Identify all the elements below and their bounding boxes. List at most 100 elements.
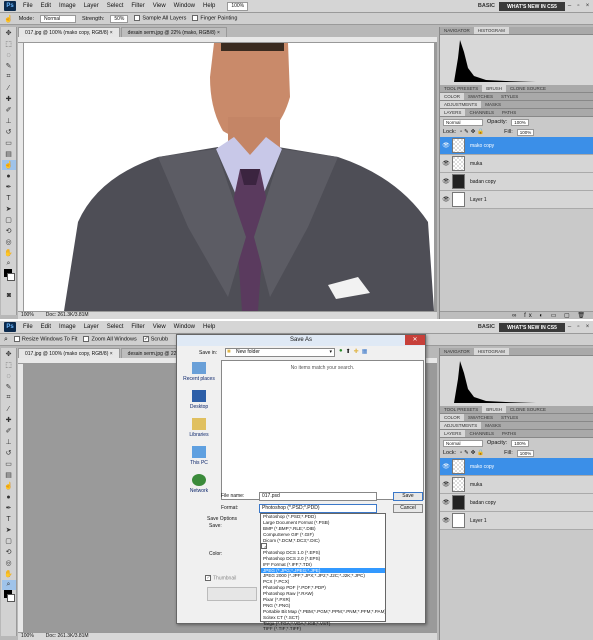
menu-window[interactable]: Window — [170, 0, 199, 13]
eraser-tool-icon[interactable]: ▭ — [2, 459, 16, 469]
history-brush-tool-icon[interactable]: ↺ — [2, 448, 16, 458]
tab-color[interactable]: COLOR — [440, 93, 465, 100]
format-option[interactable]: Dicom (*.DCM;*.DC3;*.DIC) — [261, 538, 385, 544]
blend-mode-select[interactable]: Normal — [443, 439, 483, 447]
3d-rotate-tool-icon[interactable]: ⟲ — [2, 226, 16, 236]
lock-icons[interactable]: ▫✎✥🔒 — [460, 450, 486, 456]
menu-help[interactable]: Help — [199, 0, 219, 13]
menu-select[interactable]: Select — [103, 321, 128, 334]
tab-017-jpg[interactable]: 017.jpg @ 100% (mako copy, RGB/8) × — [18, 27, 120, 37]
tab-histogram[interactable]: HISTOGRAM — [473, 27, 509, 34]
menu-view[interactable]: View — [149, 321, 170, 334]
tab-clone-source[interactable]: CLONE SOURCE — [506, 406, 550, 413]
menu-image[interactable]: Image — [55, 321, 80, 334]
hand-tool-icon[interactable]: ✋ — [2, 248, 16, 258]
tab-navigator[interactable]: NAVIGATOR — [440, 27, 474, 34]
layer-row[interactable]: 👁 muka — [440, 476, 593, 494]
tab-adjustments[interactable]: ADJUSTMENTS — [440, 422, 482, 429]
opacity-field[interactable]: 100% — [511, 439, 529, 447]
path-select-tool-icon[interactable]: ➤ — [2, 525, 16, 535]
fill-field[interactable]: 100% — [516, 449, 535, 457]
3d-rotate-tool-icon[interactable]: ⟲ — [2, 547, 16, 557]
status-zoom[interactable]: 100% — [21, 633, 34, 640]
up-folder-icon[interactable]: ⬆ — [346, 348, 351, 355]
place-network[interactable]: Network — [180, 472, 218, 500]
tab-adjustments[interactable]: ADJUSTMENTS — [440, 101, 482, 108]
clone-stamp-tool-icon[interactable]: ⊥ — [2, 437, 16, 447]
healing-brush-tool-icon[interactable]: ✚ — [2, 415, 16, 425]
eye-icon[interactable]: 👁 — [440, 142, 452, 149]
workspace-basic[interactable]: BASIC — [478, 321, 495, 334]
tab-masks[interactable]: MASKS — [481, 101, 505, 108]
crop-tool-icon[interactable]: ⌗ — [2, 393, 16, 403]
tab-layers[interactable]: LAYERS — [440, 430, 466, 437]
menu-help[interactable]: Help — [199, 321, 219, 334]
menu-window[interactable]: Window — [170, 321, 199, 334]
tab-swatches[interactable]: SWATCHES — [464, 93, 497, 100]
layer-row[interactable]: 👁 Layer 1 — [440, 512, 593, 530]
menu-layer[interactable]: Layer — [80, 0, 103, 13]
format-select[interactable]: Photoshop (*.PSD;*.PDD) — [259, 504, 377, 513]
gradient-tool-icon[interactable]: ▤ — [2, 149, 16, 159]
tab-styles[interactable]: STYLES — [497, 414, 522, 421]
scrubby-zoom-option[interactable]: Scrubb — [142, 336, 168, 343]
tab-017-jpg[interactable]: 017.jpg @ 100% (mako copy, RGB/8) × — [18, 348, 120, 358]
menu-edit[interactable]: Edit — [37, 0, 55, 13]
dialog-close-button[interactable]: ✕ — [405, 335, 425, 345]
layer-row[interactable]: 👁 mako copy — [440, 137, 593, 155]
place-this-pc[interactable]: This PC — [180, 444, 218, 472]
menu-filter[interactable]: Filter — [127, 321, 148, 334]
file-list[interactable]: No items match your search. — [221, 360, 424, 500]
whats-new-button[interactable]: WHAT'S NEW IN CS5 — [499, 323, 565, 332]
eye-icon[interactable]: 👁 — [440, 463, 452, 470]
path-select-tool-icon[interactable]: ➤ — [2, 204, 16, 214]
move-tool-icon[interactable]: ✥ — [2, 349, 16, 359]
tab-tool-presets[interactable]: TOOL PRESETS — [440, 406, 482, 413]
thumbnail-option[interactable]: Thumbnail — [205, 575, 236, 581]
gradient-tool-icon[interactable]: ▤ — [2, 470, 16, 480]
tab-channels[interactable]: CHANNELS — [465, 430, 498, 437]
layer-row[interactable]: 👁 muka — [440, 155, 593, 173]
zoom-tool-button-icon[interactable]: ⌕ — [1, 580, 16, 590]
tab-styles[interactable]: STYLES — [497, 93, 522, 100]
format-option[interactable]: Photoshop EPS (*.EPS) — [261, 543, 267, 550]
zoom-level-select[interactable]: 100% — [227, 1, 249, 11]
layer-row[interactable]: 👁 badan copy — [440, 494, 593, 512]
quick-select-tool-icon[interactable]: ✎ — [2, 61, 16, 71]
smudge-tool-button-icon[interactable]: ☝ — [1, 160, 16, 170]
format-option[interactable]: TIFF (*.TIF;*.TIFF) — [261, 626, 385, 632]
sample-all-layers-option[interactable]: Sample All Layers — [134, 15, 186, 22]
type-tool-icon[interactable]: T — [2, 193, 16, 203]
menu-file[interactable]: File — [19, 321, 37, 334]
place-recent[interactable]: Recent places — [180, 360, 218, 388]
brush-tool-icon[interactable]: ✐ — [2, 426, 16, 436]
zoom-tool-icon[interactable]: ⌕ — [4, 336, 8, 344]
eye-icon[interactable]: 👁 — [440, 178, 452, 185]
pen-tool-icon[interactable]: ✒ — [2, 182, 16, 192]
background-color-swatch[interactable] — [7, 273, 15, 281]
layer-row[interactable]: 👁 badan copy — [440, 173, 593, 191]
eye-icon[interactable]: 👁 — [440, 160, 452, 167]
tab-paths[interactable]: PATHS — [498, 109, 520, 116]
new-folder-icon[interactable]: ✚ — [354, 348, 359, 355]
tab-brush[interactable]: BRUSH — [482, 85, 507, 92]
tab-color[interactable]: COLOR — [440, 414, 465, 421]
eye-icon[interactable]: 👁 — [440, 481, 452, 488]
eyedropper-tool-icon[interactable]: ⁄ — [2, 83, 16, 93]
marquee-tool-icon[interactable]: ⬚ — [2, 39, 16, 49]
view-menu-icon[interactable]: ▦ — [362, 348, 368, 355]
quick-select-tool-icon[interactable]: ✎ — [2, 382, 16, 392]
pen-tool-icon[interactable]: ✒ — [2, 503, 16, 513]
lock-icons[interactable]: ▫✎✥🔒 — [460, 129, 486, 135]
tab-brush[interactable]: BRUSH — [482, 406, 507, 413]
smudge-tool-button-icon[interactable]: ☝ — [2, 481, 16, 491]
close-icon[interactable]: × — [584, 323, 591, 331]
eye-icon[interactable]: 👁 — [440, 196, 452, 203]
document-canvas[interactable] — [18, 37, 437, 311]
zoom-all-windows-option[interactable]: Zoom All Windows — [83, 336, 137, 343]
eye-icon[interactable]: 👁 — [440, 517, 452, 524]
file-name-input[interactable]: 017.psd — [259, 492, 377, 501]
tab-clone-source[interactable]: CLONE SOURCE — [506, 85, 550, 92]
brush-tool-icon[interactable]: ✐ — [2, 105, 16, 115]
quick-mask-icon[interactable]: ◙ — [2, 290, 16, 300]
